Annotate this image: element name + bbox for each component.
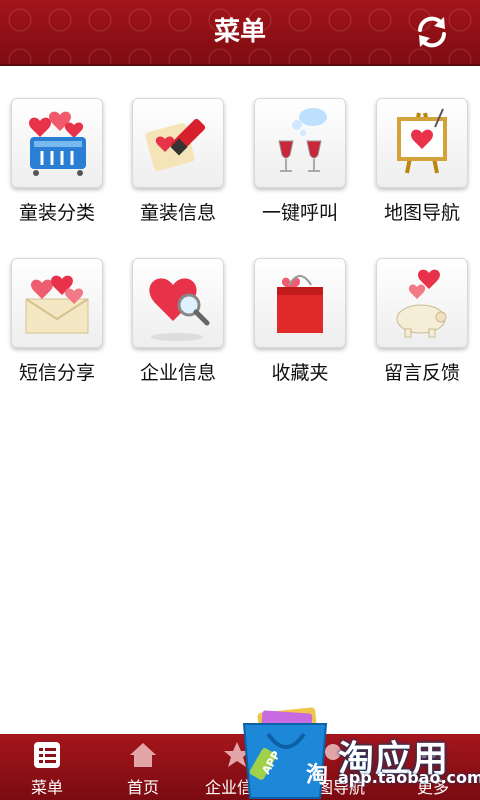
refresh-button[interactable] xyxy=(414,14,450,50)
menu-item-sms[interactable]: 短信分享 xyxy=(2,258,112,385)
menu-item-favorites[interactable]: 收藏夹 xyxy=(245,258,355,385)
note-marker-icon xyxy=(145,118,206,171)
menu-label: 留言反馈 xyxy=(383,362,460,384)
menu-item-map[interactable]: 地图导航 xyxy=(367,98,477,225)
menu-item-feedback[interactable]: 留言反馈 xyxy=(367,258,477,385)
tile-sms xyxy=(11,258,103,348)
menu-label: 短信分享 xyxy=(18,362,95,384)
menu-item-info[interactable]: 童装信息 xyxy=(123,98,233,225)
tile-company xyxy=(132,258,224,348)
easel-heart-icon xyxy=(397,108,447,174)
menu-item-category[interactable]: 童装分类 xyxy=(2,98,112,225)
wine-glasses-icon xyxy=(278,108,327,172)
tab-menu[interactable]: 菜单 xyxy=(2,734,92,800)
basket-hearts-icon xyxy=(29,111,86,176)
tile-category xyxy=(11,98,103,188)
menu-label: 地图导航 xyxy=(383,202,460,224)
refresh-icon xyxy=(418,16,446,48)
tile-favorites xyxy=(254,258,346,348)
heart-magnifier-icon xyxy=(149,278,210,341)
promo-bag-char: 淘 xyxy=(306,762,328,788)
shopping-bag-icon xyxy=(277,275,323,333)
tab-label: 菜单 xyxy=(30,778,63,797)
tile-map xyxy=(376,98,468,188)
menu-label: 童装信息 xyxy=(139,202,216,224)
piggy-bank-hearts-icon xyxy=(396,269,447,338)
taobao-promo-overlay[interactable]: 淘 APP 淘应用 app.taobao.com xyxy=(240,702,480,800)
menu-label: 童装分类 xyxy=(18,202,95,224)
tab-home[interactable]: 首页 xyxy=(98,734,188,800)
header-bar: 菜单 xyxy=(0,0,480,66)
menu-label: 一键呼叫 xyxy=(261,202,338,224)
tile-info xyxy=(132,98,224,188)
envelope-hearts-icon xyxy=(25,275,89,334)
menu-item-call[interactable]: 一键呼叫 xyxy=(245,98,355,225)
tab-label: 首页 xyxy=(126,778,159,797)
home-icon xyxy=(130,743,156,767)
menu-label: 企业信息 xyxy=(139,362,216,384)
tile-call xyxy=(254,98,346,188)
promo-url: app.taobao.com xyxy=(338,768,480,787)
list-icon xyxy=(34,742,60,768)
tile-feedback xyxy=(376,258,468,348)
menu-item-company[interactable]: 企业信息 xyxy=(123,258,233,385)
page-title: 菜单 xyxy=(213,17,266,47)
menu-label: 收藏夹 xyxy=(271,362,329,384)
